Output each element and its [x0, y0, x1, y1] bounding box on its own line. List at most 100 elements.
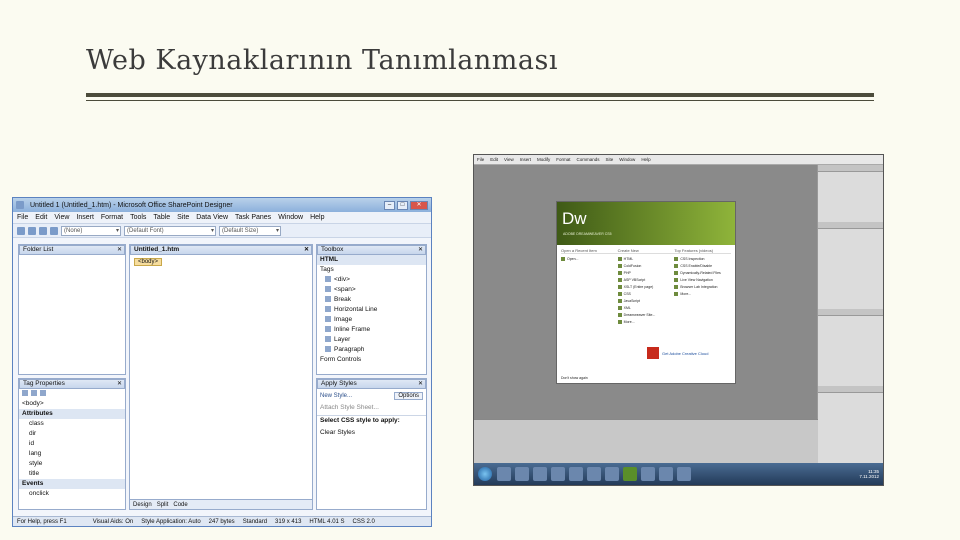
close-icon[interactable]: ✕: [117, 380, 122, 388]
dw-menu-view[interactable]: View: [504, 157, 514, 162]
new-page-icon[interactable]: [17, 226, 25, 235]
taskbar-app-icon[interactable]: [641, 467, 655, 481]
dw-create-js[interactable]: JavaScript: [618, 298, 675, 305]
attr-id[interactable]: id: [19, 439, 125, 449]
menu-task-panes[interactable]: Task Panes: [235, 214, 271, 221]
taskbar-app-icon[interactable]: [551, 467, 565, 481]
dw-creative-cloud-link[interactable]: Get Adobe Creative Cloud: [662, 351, 708, 356]
close-button[interactable]: ✕: [410, 200, 428, 210]
dw-menu-commands[interactable]: Commands: [577, 157, 600, 162]
menu-file[interactable]: File: [17, 214, 28, 221]
toolbox-item-span[interactable]: <span>: [317, 285, 426, 295]
attr-style[interactable]: style: [19, 459, 125, 469]
minimize-button[interactable]: –: [384, 200, 395, 210]
menu-table[interactable]: Table: [153, 214, 170, 221]
taskbar-app-icon[interactable]: [533, 467, 547, 481]
tags-group[interactable]: Tags: [317, 265, 426, 275]
style-combo[interactable]: (None): [61, 225, 121, 236]
maximize-button[interactable]: □: [397, 200, 408, 210]
toolbox-item-div[interactable]: <div>: [317, 275, 426, 285]
attr-dir[interactable]: dir: [19, 429, 125, 439]
attr-lang[interactable]: lang: [19, 449, 125, 459]
new-style-link[interactable]: New Style...: [320, 393, 394, 399]
dreamweaver-taskbar-icon[interactable]: [623, 467, 637, 481]
dw-menu-modify[interactable]: Modify: [537, 157, 550, 162]
dw-dont-show-checkbox[interactable]: Don't show again: [561, 376, 588, 380]
size-combo[interactable]: (Default Size): [219, 225, 281, 236]
status-visual-aids[interactable]: Visual Aids: On: [89, 517, 138, 526]
dw-creative-cloud-promo[interactable]: Get Adobe Creative Cloud: [647, 347, 708, 359]
toolbox-item-paragraph[interactable]: Paragraph: [317, 345, 426, 355]
dw-create-html[interactable]: HTML: [618, 256, 675, 263]
toolbox-item-break[interactable]: Break: [317, 295, 426, 305]
close-icon[interactable]: ✕: [418, 380, 423, 388]
category-icon[interactable]: [31, 390, 37, 397]
dw-feature-1[interactable]: CSS Inspection: [674, 256, 731, 263]
events-group[interactable]: Events: [19, 479, 125, 489]
properties-icon[interactable]: [40, 390, 46, 397]
options-button[interactable]: Options: [394, 392, 423, 400]
dw-create-more[interactable]: More...: [618, 319, 675, 326]
menu-window[interactable]: Window: [278, 214, 303, 221]
dw-feature-3[interactable]: Dynamically-Related Files: [674, 270, 731, 277]
taskbar-app-icon[interactable]: [515, 467, 529, 481]
open-icon[interactable]: [28, 226, 36, 235]
design-tab[interactable]: Design: [133, 502, 152, 508]
split-tab[interactable]: Split: [157, 502, 169, 508]
close-icon[interactable]: ✕: [304, 246, 309, 254]
close-icon[interactable]: ✕: [117, 246, 122, 254]
code-tab[interactable]: Code: [173, 502, 187, 508]
menu-edit[interactable]: Edit: [35, 214, 47, 221]
dw-create-css[interactable]: CSS: [618, 291, 675, 298]
menu-data-view[interactable]: Data View: [196, 214, 228, 221]
dw-create-xml[interactable]: XML: [618, 305, 675, 312]
dw-create-asp[interactable]: ASP VBScript: [618, 277, 675, 284]
dw-feature-4[interactable]: Live View Navigation: [674, 277, 731, 284]
sort-icon[interactable]: [22, 390, 28, 397]
taskbar-app-icon[interactable]: [659, 467, 673, 481]
form-controls-group[interactable]: Form Controls: [317, 355, 426, 365]
attr-title[interactable]: title: [19, 469, 125, 479]
menu-help[interactable]: Help: [310, 214, 324, 221]
start-button-icon[interactable]: [478, 467, 492, 481]
taskbar-clock[interactable]: 11:35 7.11.2012: [859, 469, 883, 479]
dw-feature-2[interactable]: CSS Enable/Disable: [674, 263, 731, 270]
dw-menu-window[interactable]: Window: [619, 157, 635, 162]
close-icon[interactable]: ✕: [418, 246, 423, 254]
toolbox-item-layer[interactable]: Layer: [317, 335, 426, 345]
dw-create-php[interactable]: PHP: [618, 270, 675, 277]
taskbar-app-icon[interactable]: [569, 467, 583, 481]
menu-format[interactable]: Format: [101, 214, 123, 221]
menu-tools[interactable]: Tools: [130, 214, 146, 221]
status-style-app[interactable]: Style Application: Auto: [137, 517, 204, 526]
dw-open-item[interactable]: Open...: [561, 256, 618, 263]
attr-class[interactable]: class: [19, 419, 125, 429]
event-onclick[interactable]: onclick: [19, 489, 125, 499]
menu-insert[interactable]: Insert: [76, 214, 94, 221]
menu-site[interactable]: Site: [177, 214, 189, 221]
menu-view[interactable]: View: [54, 214, 69, 221]
clear-styles-item[interactable]: Clear Styles: [317, 428, 426, 438]
dw-feature-5[interactable]: Browser Lab Integration: [674, 284, 731, 291]
attributes-group[interactable]: Attributes: [19, 409, 125, 419]
dw-create-coldfusion[interactable]: ColdFusion: [618, 263, 675, 270]
font-combo[interactable]: (Default Font): [124, 225, 216, 236]
attach-style-sheet-link[interactable]: Attach Style Sheet...: [317, 403, 426, 413]
dw-feature-more[interactable]: More...: [674, 291, 731, 298]
taskbar-app-icon[interactable]: [587, 467, 601, 481]
toolbox-item-image[interactable]: Image: [317, 315, 426, 325]
taskbar-app-icon[interactable]: [605, 467, 619, 481]
dw-menu-site[interactable]: Site: [606, 157, 614, 162]
html-group[interactable]: HTML: [317, 255, 426, 265]
dw-create-site[interactable]: Dreamweaver Site...: [618, 312, 675, 319]
preview-icon[interactable]: [50, 226, 58, 235]
editor-tab[interactable]: Untitled_1.htm ✕: [130, 245, 312, 255]
taskbar-app-icon[interactable]: [497, 467, 511, 481]
toolbox-item-hr[interactable]: Horizontal Line: [317, 305, 426, 315]
save-icon[interactable]: [39, 226, 47, 235]
dw-menu-insert[interactable]: Insert: [520, 157, 531, 162]
dw-menu-help[interactable]: Help: [641, 157, 650, 162]
toolbox-item-iframe[interactable]: Inline Frame: [317, 325, 426, 335]
dw-create-xslt[interactable]: XSLT (Entire page): [618, 284, 675, 291]
dw-menu-file[interactable]: File: [477, 157, 484, 162]
